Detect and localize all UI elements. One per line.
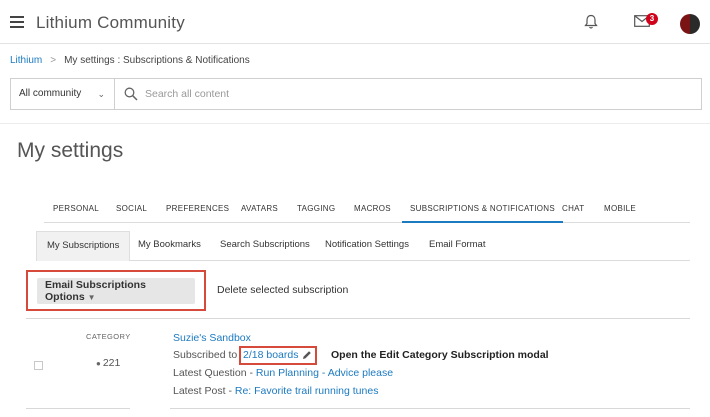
tab-avatars[interactable]: AVATARS <box>241 196 278 223</box>
subscribed-board-link[interactable]: Suzie's Sandbox <box>173 332 251 344</box>
tab-preferences[interactable]: PREFERENCES <box>166 196 229 223</box>
search-input[interactable] <box>145 84 685 104</box>
user-avatar[interactable] <box>680 14 700 34</box>
row-divider-left <box>26 408 130 409</box>
delete-selected-subscription-link[interactable]: Delete selected subscription <box>217 284 348 296</box>
caret-down-icon: ▼ <box>87 293 96 302</box>
tab-chat[interactable]: CHAT <box>562 196 584 223</box>
tab-mobile[interactable]: MOBILE <box>604 196 636 223</box>
subtab-email-format[interactable]: Email Format <box>429 231 485 261</box>
post-count-value: 221 <box>102 357 121 369</box>
settings-tabs: PERSONAL SOCIAL PREFERENCES AVATARS TAGG… <box>44 196 690 223</box>
subscribed-to-label: Subscribed to <box>173 349 238 361</box>
latest-question-link[interactable]: Run Planning - Advice please <box>256 367 393 379</box>
latest-question-line: Latest Question - Run Planning - Advice … <box>173 367 393 379</box>
search-scope-select[interactable]: All community ⌄ <box>11 79 115 109</box>
search-icon[interactable] <box>124 87 138 101</box>
row-divider-right <box>170 408 690 409</box>
breadcrumb-current: My settings : Subscriptions & Notificati… <box>64 55 250 66</box>
search-scope-value: All community <box>19 88 82 99</box>
subscription-type-label: CATEGORY <box>86 332 131 341</box>
boards-count-link[interactable]: 2/18 boards <box>243 349 298 361</box>
header-divider <box>0 123 710 124</box>
subtab-my-subscriptions[interactable]: My Subscriptions <box>36 231 131 261</box>
tab-macros[interactable]: MACROS <box>354 196 391 223</box>
subtab-search-subscriptions[interactable]: Search Subscriptions <box>220 231 310 261</box>
hamburger-menu-icon[interactable] <box>10 16 24 28</box>
tab-personal[interactable]: PERSONAL <box>53 196 99 223</box>
email-subscriptions-options-button[interactable]: Email Subscriptions Options ▼ <box>37 278 195 304</box>
message-count-badge: 3 <box>646 13 658 25</box>
breadcrumb-root-link[interactable]: Lithium <box>10 55 42 66</box>
pencil-icon[interactable] <box>302 350 312 360</box>
subtab-notification-settings[interactable]: Notification Settings <box>325 231 409 261</box>
latest-post-line: Latest Post - Re: Favorite trail running… <box>173 385 378 397</box>
breadcrumb: Lithium > My settings : Subscriptions & No… <box>10 55 250 66</box>
bell-icon[interactable] <box>584 14 598 30</box>
post-count: ● 221 <box>96 357 120 369</box>
subtab-my-bookmarks[interactable]: My Bookmarks <box>138 231 201 261</box>
edit-modal-annotation: Open the Edit Category Subscription moda… <box>331 349 549 361</box>
list-top-divider <box>26 318 690 319</box>
subscription-checkbox[interactable] <box>34 361 43 370</box>
chevron-down-icon: ⌄ <box>97 89 105 99</box>
latest-question-label: Latest Question - <box>173 367 253 379</box>
tab-social[interactable]: SOCIAL <box>116 196 147 223</box>
search-bar: All community ⌄ <box>10 78 702 110</box>
speech-bubble-icon: ● <box>96 359 101 368</box>
subscription-subtabs: My Subscriptions My Bookmarks Search Sub… <box>36 231 690 261</box>
tab-tagging[interactable]: TAGGING <box>297 196 335 223</box>
top-bar: Lithium Community 3 <box>0 0 710 44</box>
latest-post-link[interactable]: Re: Favorite trail running tunes <box>235 385 379 397</box>
latest-post-label: Latest Post - <box>173 385 232 397</box>
page-title: My settings <box>17 139 124 162</box>
brand-title[interactable]: Lithium Community <box>36 13 185 33</box>
tab-subscriptions-notifications[interactable]: SUBSCRIPTIONS & NOTIFICATIONS <box>402 196 564 223</box>
breadcrumb-separator: > <box>50 55 57 66</box>
